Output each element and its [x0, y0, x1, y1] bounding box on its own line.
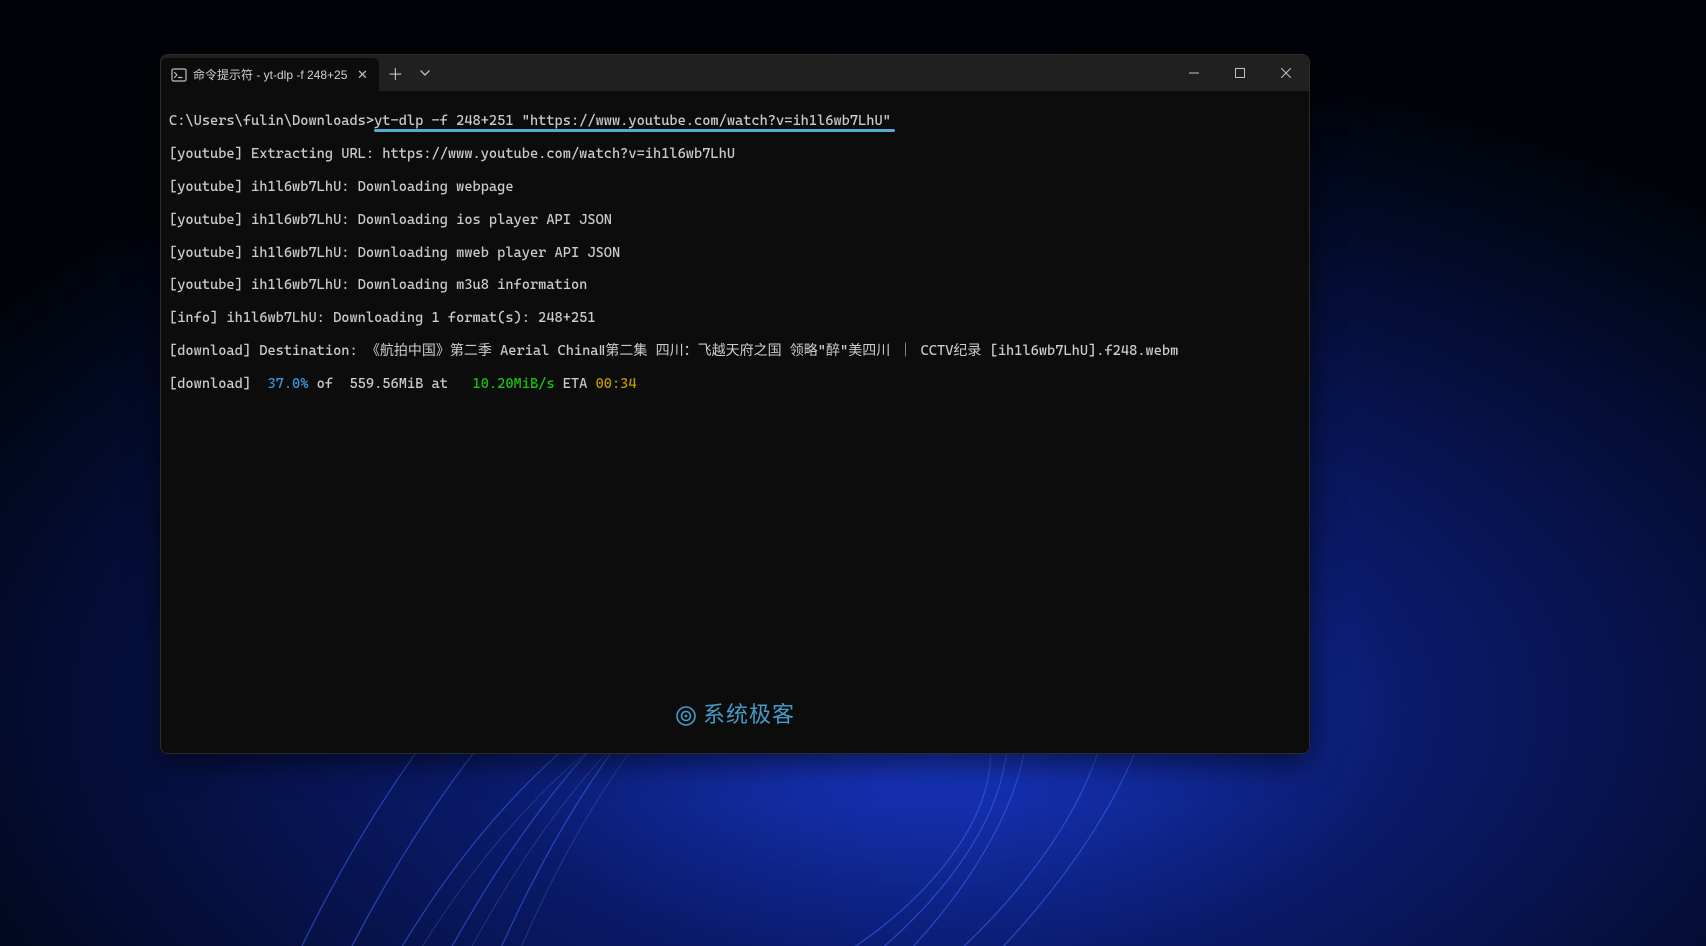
prompt-path: C:\Users\fulin\Downloads>: [169, 113, 374, 129]
terminal-output[interactable]: C:\Users\fulin\Downloads>yt-dlp -f 248+2…: [161, 91, 1309, 753]
progress-eta-label: ETA: [555, 376, 596, 392]
tab-area: 命令提示符 - yt-dlp -f 248+25 ✕ ＋: [161, 55, 439, 91]
tab-close-button[interactable]: ✕: [353, 66, 371, 84]
window-controls: [1171, 55, 1309, 91]
output-line: [youtube] ih1l6wb7LhU: Downloading ios p…: [169, 212, 1301, 228]
titlebar[interactable]: 命令提示符 - yt-dlp -f 248+25 ✕ ＋: [161, 55, 1309, 91]
command-text: yt-dlp -f 248+251 "https://www.youtube.c…: [374, 113, 891, 129]
output-line: [youtube] ih1l6wb7LhU: Downloading webpa…: [169, 179, 1301, 195]
output-line: [youtube] ih1l6wb7LhU: Downloading mweb …: [169, 245, 1301, 261]
terminal-window: 命令提示符 - yt-dlp -f 248+25 ✕ ＋ C:\Users\fu…: [160, 54, 1310, 754]
progress-prefix: [download]: [169, 376, 267, 392]
prompt-line: C:\Users\fulin\Downloads>yt-dlp -f 248+2…: [169, 113, 1301, 129]
watermark-icon: [675, 705, 697, 727]
progress-percent: 37.0%: [267, 376, 308, 392]
progress-speed: 10.20MiB/s: [473, 376, 555, 392]
tab-title: 命令提示符 - yt-dlp -f 248+25: [193, 66, 347, 83]
tab-active[interactable]: 命令提示符 - yt-dlp -f 248+25 ✕: [161, 58, 379, 91]
output-line: [download] Destination: 《航拍中国》第二季 Aerial…: [169, 343, 1301, 359]
progress-eta: 00:34: [596, 376, 637, 392]
watermark: 系统极客: [675, 705, 795, 727]
output-line: [youtube] Extracting URL: https://www.yo…: [169, 146, 1301, 162]
close-button[interactable]: [1263, 55, 1309, 91]
progress-line: [download] 37.0% of 559.56MiB at 10.20Mi…: [169, 376, 1301, 392]
new-tab-button[interactable]: ＋: [379, 55, 411, 91]
output-line: [info] ih1l6wb7LhU: Downloading 1 format…: [169, 310, 1301, 326]
titlebar-drag-area[interactable]: [439, 55, 1171, 91]
progress-of: of 559.56MiB at: [308, 376, 472, 392]
output-line: [youtube] ih1l6wb7LhU: Downloading m3u8 …: [169, 277, 1301, 293]
tab-dropdown-button[interactable]: [411, 55, 439, 91]
cmd-icon: [171, 67, 187, 83]
maximize-button[interactable]: [1217, 55, 1263, 91]
minimize-button[interactable]: [1171, 55, 1217, 91]
watermark-text: 系统极客: [703, 708, 795, 724]
